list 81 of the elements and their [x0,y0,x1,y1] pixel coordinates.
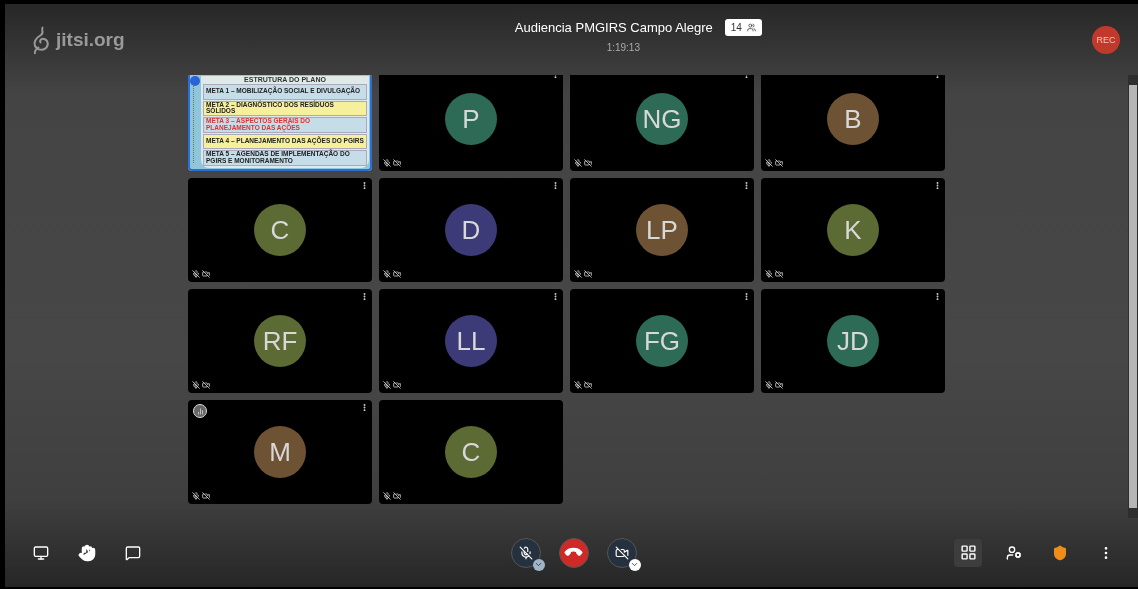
recording-badge: REC [1092,25,1120,54]
connection-indicator-icon[interactable] [193,404,207,418]
mic-muted-icon [383,159,391,167]
mic-muted-icon [574,381,582,389]
avatar: P [445,93,497,145]
logo-text: jitsi.org [56,28,125,51]
avatar: M [254,426,306,478]
camera-off-icon [584,381,592,389]
chat-icon [125,544,141,561]
mic-muted-icon [192,270,200,278]
camera-off-icon [202,381,210,389]
tile-menu-button[interactable] [551,181,560,190]
camera-off-icon [584,270,592,278]
meeting-title: Audiencia PMGIRS Campo Alegre [514,19,713,35]
participant-tile[interactable]: D [379,178,563,282]
participant-tile[interactable]: LL [379,289,563,393]
mic-muted-icon [574,159,582,167]
mic-muted-icon [765,381,773,389]
grid-icon [959,544,977,561]
mic-muted-icon [765,159,773,167]
tile-menu-button[interactable] [742,292,751,301]
participant-tile[interactable]: NG [570,75,754,171]
avatar: JD [827,315,879,367]
shield-icon [1052,544,1068,561]
tile-menu-button[interactable] [933,181,942,190]
person-icon [1006,544,1022,561]
avatar: FG [636,315,688,367]
participant-tile[interactable]: P [379,75,563,171]
camera-off-icon [775,159,783,167]
avatar: C [254,204,306,256]
camera-off-icon [393,492,401,500]
caret-icon[interactable] [532,558,545,571]
mic-muted-icon [192,492,200,500]
caret-icon[interactable] [628,558,641,571]
scrollbar[interactable] [1128,75,1138,518]
avatar: C [445,426,497,478]
avatar: D [445,204,497,256]
camera-off-icon [393,270,401,278]
avatar: NG [636,93,688,145]
avatar: B [827,93,879,145]
camera-off-icon [775,381,783,389]
participant-tile[interactable]: M [188,400,372,504]
participant-tile[interactable]: JD [761,289,945,393]
camera-off-icon [202,492,210,500]
meeting-timer: 1:19:13 [606,41,640,53]
camera-off-icon [584,159,592,167]
hand-icon [78,543,96,562]
camera-off-icon [202,270,210,278]
mic-muted-icon [574,270,582,278]
tile-view-button[interactable] [954,538,982,567]
camera-off-icon [393,159,401,167]
monitor-icon [33,544,49,561]
mic-muted-icon [192,381,200,389]
hang-up-button[interactable] [558,537,589,568]
participant-tile[interactable]: RF [188,289,372,393]
participant-tile[interactable]: LP [570,178,754,282]
mic-muted-icon [383,492,391,500]
participant-count-badge[interactable]: 14 [724,18,762,36]
mic-muted-icon [383,381,391,389]
mic-muted-icon [518,545,533,560]
tile-menu-button[interactable] [933,292,942,301]
participant-tile[interactable]: C [188,178,372,282]
avatar: K [827,204,879,256]
mic-muted-icon [765,270,773,278]
avatar: LL [445,315,497,367]
tile-menu-button[interactable] [742,181,751,190]
tile-menu-button[interactable] [360,181,369,190]
camera-off-icon [775,270,783,278]
people-icon [746,22,756,32]
participant-tile[interactable]: K [761,178,945,282]
camera-off-icon [393,381,401,389]
tile-menu-button[interactable] [551,292,560,301]
tile-menu-button[interactable] [360,403,369,412]
avatar: RF [254,315,306,367]
camera-off-icon [614,545,629,560]
participant-tile[interactable]: C [379,400,563,504]
participant-tile[interactable]: FG [570,289,754,393]
tile-menu-button[interactable] [360,292,369,301]
participant-tile[interactable]: B [761,75,945,171]
mic-muted-icon [383,270,391,278]
avatar: LP [636,204,688,256]
